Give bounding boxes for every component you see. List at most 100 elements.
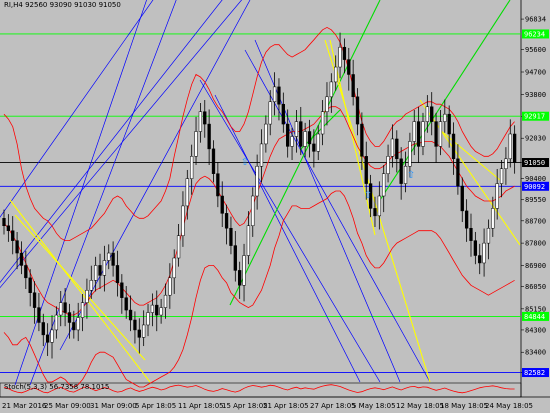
candle-body-114 — [499, 168, 504, 184]
signal-arrow-1: ⇧ — [364, 190, 372, 201]
candle-body-79 — [347, 59, 351, 75]
candle-body-36 — [159, 307, 163, 316]
candle-body-83 — [364, 156, 368, 184]
candle-body-42 — [185, 178, 189, 207]
signal-arrow-2: ⇧ — [407, 170, 415, 181]
candle-body-14 — [63, 302, 67, 313]
candle-body-32 — [142, 324, 146, 338]
candle-body-23 — [102, 260, 107, 276]
date-label-9: 12 May 18:05 — [396, 402, 444, 410]
candle-body-86 — [377, 195, 381, 217]
candle-body-72 — [316, 133, 320, 152]
price-tick-label-1: 95600 — [525, 46, 546, 54]
candle-body-50 — [220, 195, 224, 214]
candle-body-44 — [194, 131, 198, 157]
candle-body-31 — [137, 329, 141, 338]
candle-body-75 — [329, 81, 333, 98]
candle-body-67 — [294, 121, 299, 137]
candle-body-91 — [399, 158, 403, 184]
symbol-info: RI,H4 92560 93090 91030 91050 — [4, 1, 121, 9]
candle-body-58 — [255, 165, 259, 197]
candle-body-96 — [421, 121, 425, 147]
candle-body-111 — [486, 227, 491, 244]
candle-body-30 — [133, 319, 137, 331]
candle-body-56 — [246, 225, 251, 256]
level-label-96234: 96234 — [524, 30, 545, 38]
candle-body-93 — [408, 141, 412, 167]
candle-body-102 — [447, 113, 451, 135]
candle-body-97 — [425, 106, 429, 122]
price-chart[interactable]: ⇧⇧⇧9683495600947009380092915920309105090… — [0, 0, 550, 413]
candle-body-57 — [251, 195, 255, 227]
candle-body-52 — [229, 227, 233, 246]
candle-body-106 — [464, 210, 469, 229]
candle-body-74 — [325, 96, 329, 112]
candle-body-100 — [438, 121, 443, 147]
candle-body-10 — [45, 334, 50, 343]
date-label-1: 25 Mar 09:00 — [44, 402, 91, 410]
candle-body-6 — [28, 277, 32, 293]
price-tick-label-2: 94700 — [525, 69, 546, 77]
candle-body-98 — [430, 106, 434, 122]
candle-body-87 — [382, 173, 386, 197]
price-tick-label-11: 86900 — [525, 262, 546, 270]
date-label-4: 11 Apr 18:05 — [178, 402, 224, 410]
level-label-91050: 91050 — [524, 159, 545, 167]
candle-body-51 — [224, 213, 229, 229]
date-label-6: 21 Apr 18:05 — [263, 402, 309, 410]
price-tick-label-8: 89550 — [525, 196, 546, 204]
candle-body-113 — [495, 183, 499, 209]
candle-body-29 — [128, 309, 133, 321]
candle-body-82 — [360, 123, 364, 157]
candle-body-73 — [320, 111, 325, 135]
candle-body-3 — [15, 240, 19, 254]
candle-body-69 — [303, 131, 307, 147]
date-label-10: 18 May 18:05 — [440, 402, 488, 410]
candle-body-108 — [473, 240, 478, 256]
price-tick-label-12: 86050 — [525, 283, 546, 291]
candle-body-27 — [120, 282, 124, 298]
candle-body-18 — [80, 302, 85, 318]
candle-body-65 — [286, 123, 290, 147]
candle-body-63 — [277, 86, 281, 105]
candle-body-101 — [443, 113, 447, 122]
candle-body-0 — [2, 218, 6, 227]
candle-body-9 — [41, 322, 45, 336]
candle-body-62 — [272, 86, 277, 103]
candle-body-1 — [6, 225, 11, 231]
candle-body-39 — [172, 257, 176, 279]
candle-body-90 — [395, 138, 399, 160]
level-label-92917: 92917 — [524, 113, 545, 121]
candle-body-45 — [198, 111, 203, 132]
candle-body-53 — [233, 245, 237, 271]
price-tick-label-0: 96834 — [525, 16, 546, 24]
candle-body-112 — [491, 208, 495, 229]
price-tick-label-5: 92030 — [525, 135, 546, 143]
candle-body-64 — [281, 103, 285, 125]
date-label-5: 15 Apr 18:05 — [222, 402, 268, 410]
date-label-2: 31 Mar 09:00 — [90, 402, 137, 410]
chart-window[interactable]: ⇧⇧⇧9683495600947009380092915920309105090… — [0, 0, 550, 413]
candle-body-28 — [124, 297, 128, 311]
candle-body-4 — [19, 252, 24, 266]
candle-body-95 — [416, 121, 421, 147]
candle-body-78 — [342, 46, 347, 60]
candle-body-48 — [211, 148, 216, 174]
price-tick-label-14: 84300 — [525, 326, 546, 334]
candle-body-37 — [163, 294, 168, 308]
candle-body-43 — [190, 156, 194, 179]
candle-body-47 — [207, 123, 211, 150]
date-label-8: 5 May 18:05 — [352, 402, 396, 410]
candle-body-71 — [312, 143, 316, 152]
price-tick-label-15: 83400 — [525, 349, 546, 357]
candle-body-5 — [24, 265, 28, 279]
candle-body-81 — [355, 96, 360, 125]
candle-body-70 — [307, 131, 312, 145]
candle-body-19 — [85, 289, 89, 303]
candle-body-15 — [67, 312, 72, 323]
oscillator-info: Stoch(5,3,3) 56.7358 78.1015 — [4, 383, 110, 391]
date-label-0: 21 Mar 2016 — [2, 402, 47, 410]
candle-body-34 — [150, 304, 155, 313]
candle-body-66 — [290, 136, 294, 147]
candle-body-7 — [32, 292, 37, 308]
